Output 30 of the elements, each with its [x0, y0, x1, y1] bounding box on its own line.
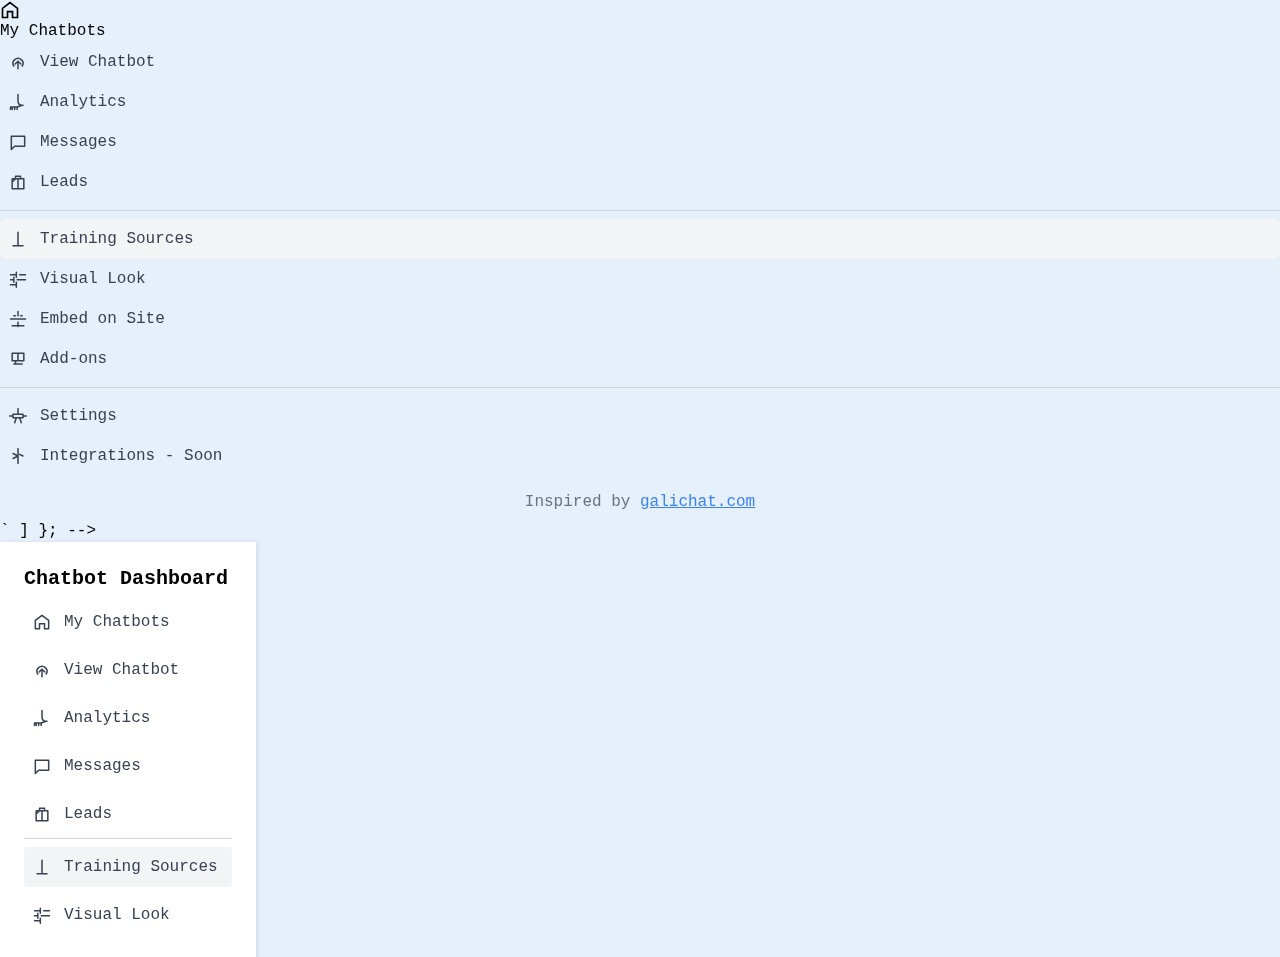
sidebar-item[interactable]: Messages: [24, 746, 232, 786]
nav-item[interactable]: View Chatbot: [0, 42, 1280, 82]
sidebar-item[interactable]: Visual Look: [24, 895, 232, 935]
sidebar-item[interactable]: View Chatbot: [24, 650, 232, 690]
sidebar-item[interactable]: Leads: [24, 794, 232, 834]
stray-code-text: ` ] }; -->: [0, 521, 97, 542]
nav-item[interactable]: Add-ons: [0, 339, 1280, 379]
home-icon: [32, 612, 52, 632]
sidebar-item[interactable]: Analytics: [24, 698, 232, 738]
nav-item[interactable]: Training Sources: [0, 219, 1280, 259]
nav-item[interactable]: Visual Look: [0, 259, 1280, 299]
split-lines-icon: [8, 309, 28, 329]
home-icon: [0, 0, 20, 20]
sidebar-title: Chatbot Dashboard: [24, 566, 230, 592]
briefcase-icon: [32, 804, 52, 824]
sliders-icon: [32, 905, 52, 925]
nav-item[interactable]: Settings: [0, 396, 1280, 436]
nav-item[interactable]: Integrations - Soon: [0, 436, 1280, 476]
speech-bubble-icon: [8, 132, 28, 152]
speech-bubble-icon: [32, 756, 52, 776]
home-link[interactable]: My Chatbots: [0, 20, 1280, 42]
nav-item[interactable]: Messages: [0, 122, 1280, 162]
briefcase-icon: [8, 172, 28, 192]
nav-item[interactable]: Leads: [0, 162, 1280, 202]
credit-text: Inspired by galichat.com: [524, 492, 756, 513]
sidebar-item[interactable]: My Chatbots: [24, 602, 232, 642]
sliders-icon: [8, 269, 28, 289]
sidebar-item[interactable]: Training Sources: [24, 847, 232, 887]
nav-item[interactable]: Analytics: [0, 82, 1280, 122]
nav-item[interactable]: Embed on Site: [0, 299, 1280, 339]
